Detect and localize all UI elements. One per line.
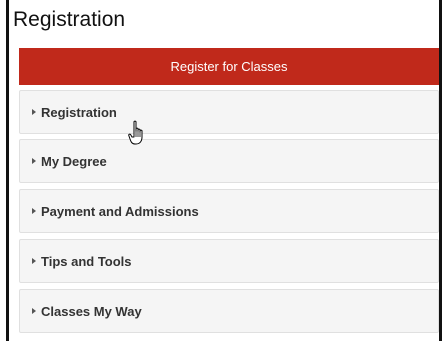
accordion-item-label: Tips and Tools: [41, 253, 132, 269]
panel-border-left: [6, 0, 9, 341]
hand-pointer-cursor-icon: [128, 120, 143, 145]
panel-title: Registration: [13, 8, 126, 31]
accordion-item-payment-and-admissions[interactable]: Payment and Admissions: [19, 189, 439, 233]
register-for-classes-button[interactable]: Register for Classes: [19, 48, 439, 85]
caret-right-icon: [32, 208, 36, 214]
accordion-item-label: Registration: [41, 104, 117, 120]
accordion-item-label: Payment and Admissions: [41, 203, 199, 219]
accordion-item-my-degree[interactable]: My Degree: [19, 139, 439, 183]
caret-right-icon: [32, 308, 36, 314]
caret-right-icon: [32, 109, 36, 115]
registration-panel: Registration Register for Classes Regist…: [0, 0, 443, 341]
accordion-item-tips-and-tools[interactable]: Tips and Tools: [19, 239, 439, 283]
caret-right-icon: [32, 258, 36, 264]
accordion-item-label: Classes My Way: [41, 303, 142, 319]
accordion-item-label: My Degree: [41, 153, 107, 169]
caret-right-icon: [32, 158, 36, 164]
accordion-item-registration[interactable]: Registration: [19, 90, 439, 134]
accordion-item-classes-my-way[interactable]: Classes My Way: [19, 289, 439, 333]
panel-border-right: [439, 0, 442, 341]
